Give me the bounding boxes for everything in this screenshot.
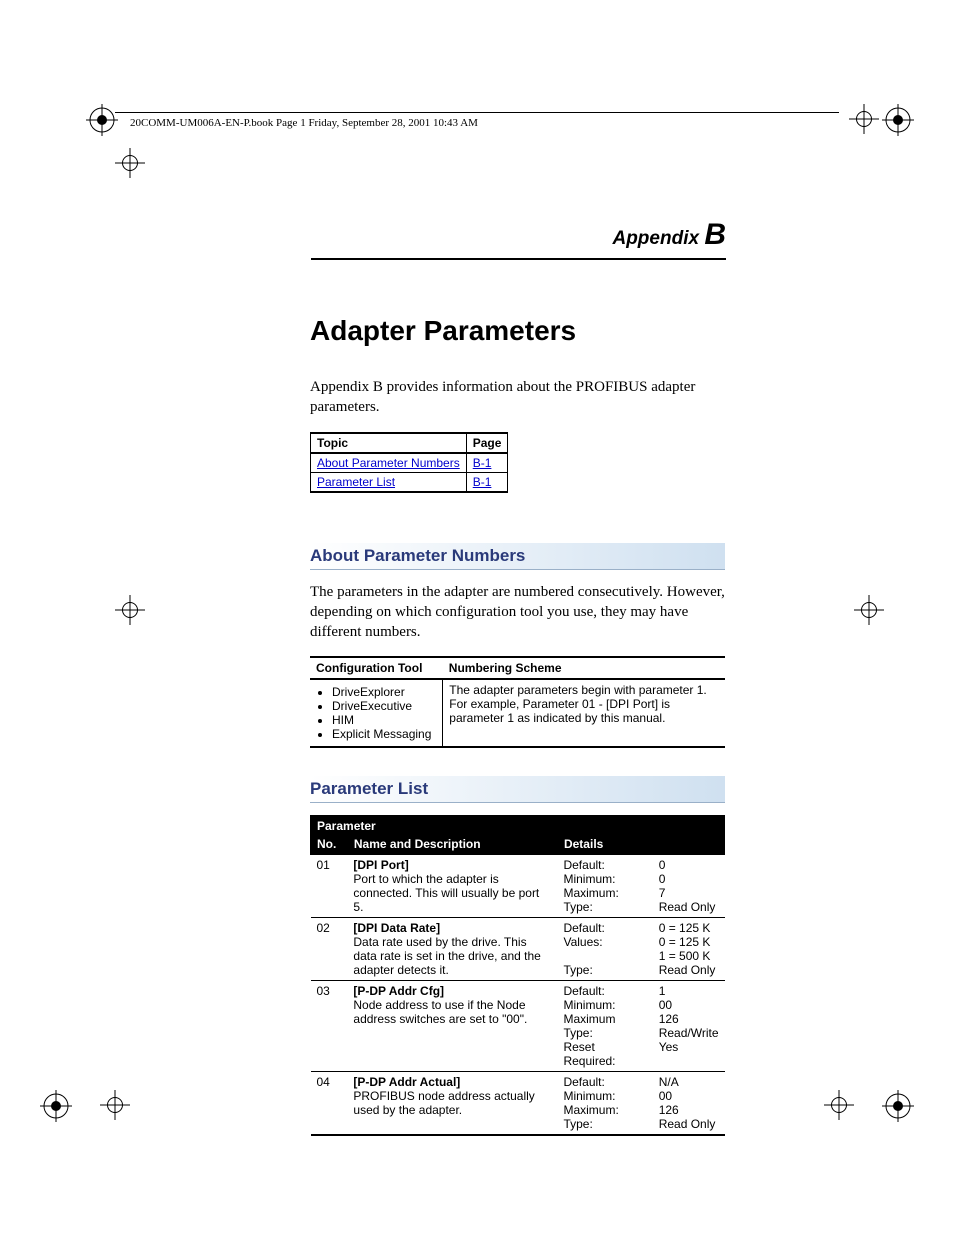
tool-item: Explicit Messaging <box>332 727 436 741</box>
param-no: 02 <box>311 918 348 981</box>
tool-item: DriveExplorer <box>332 685 436 699</box>
topic-link[interactable]: Parameter List <box>317 475 395 489</box>
section-heading-about: About Parameter Numbers <box>310 543 725 570</box>
topic-table: Topic Page About Parameter Numbers B-1 P… <box>310 432 508 493</box>
numbering-scheme-cell: The adapter parameters begin with parame… <box>443 679 725 747</box>
param-detail-labels: Default:Minimum:Maximum:Type: <box>557 855 652 918</box>
tool-item: DriveExecutive <box>332 699 436 713</box>
page: 20COMM-UM006A-EN-P.book Page 1 Friday, S… <box>0 0 954 1235</box>
param-desc: Node address to use if the Node address … <box>353 998 527 1026</box>
crosshair-icon <box>824 1090 854 1120</box>
param-name-desc: [P-DP Addr Actual]PROFIBUS node address … <box>347 1072 557 1136</box>
param-name: [P-DP Addr Actual] <box>353 1075 460 1089</box>
param-group-header: Parameter <box>311 816 558 834</box>
crosshair-icon <box>854 595 884 625</box>
crosshair-icon <box>849 104 879 134</box>
param-no: 03 <box>311 981 348 1072</box>
topic-link[interactable]: About Parameter Numbers <box>317 456 460 470</box>
page-link[interactable]: B-1 <box>473 475 492 489</box>
config-tool-table: Configuration Tool Numbering Scheme Driv… <box>310 656 725 748</box>
param-details-header: Details <box>557 834 724 855</box>
config-tool-header: Configuration Tool <box>310 657 443 679</box>
header-rule <box>115 112 839 113</box>
param-name-desc: [DPI Data Rate]Data rate used by the dri… <box>347 918 557 981</box>
page-title: Adapter Parameters <box>310 315 725 347</box>
param-desc: Data rate used by the drive. This data r… <box>353 935 540 977</box>
param-detail-values: 100126Read/WriteYes <box>653 981 725 1072</box>
param-detail-labels: Default:Minimum:MaximumType:Reset Requir… <box>557 981 652 1072</box>
param-details-spacer <box>557 816 724 834</box>
param-detail-values: N/A00126Read Only <box>653 1072 725 1136</box>
page-link[interactable]: B-1 <box>473 456 492 470</box>
tool-item: HIM <box>332 713 436 727</box>
section-heading-paramlist: Parameter List <box>310 776 725 803</box>
param-detail-labels: Default:Minimum:Maximum:Type: <box>557 1072 652 1136</box>
param-detail-labels: Default:Values: Type: <box>557 918 652 981</box>
numbering-scheme-header: Numbering Scheme <box>443 657 725 679</box>
crosshair-icon <box>100 1090 130 1120</box>
tool-list: DriveExplorer DriveExecutive HIM Explici… <box>332 685 436 741</box>
param-detail-values: 0 = 125 K0 = 125 K1 = 500 KRead Only <box>653 918 725 981</box>
param-name-desc: [DPI Port]Port to which the adapter is c… <box>347 855 557 918</box>
crosshair-icon <box>115 595 145 625</box>
registration-mark-icon <box>882 104 914 136</box>
registration-mark-icon <box>40 1090 72 1122</box>
param-desc: Port to which the adapter is connected. … <box>353 872 539 914</box>
param-detail-values: 007Read Only <box>653 855 725 918</box>
topic-header: Topic <box>311 433 467 453</box>
running-header: 20COMM-UM006A-EN-P.book Page 1 Friday, S… <box>130 117 478 129</box>
param-no: 04 <box>311 1072 348 1136</box>
section-body-about: The parameters in the adapter are number… <box>310 582 725 643</box>
param-name: [P-DP Addr Cfg] <box>353 984 444 998</box>
page-header: Page <box>466 433 508 453</box>
param-no-header: No. <box>311 834 348 855</box>
intro-paragraph: Appendix B provides information about th… <box>310 377 725 418</box>
param-name-header: Name and Description <box>347 834 557 855</box>
param-no: 01 <box>311 855 348 918</box>
registration-mark-icon <box>882 1090 914 1122</box>
param-name: [DPI Port] <box>353 858 408 872</box>
crosshair-icon <box>115 148 145 178</box>
param-name-desc: [P-DP Addr Cfg]Node address to use if th… <box>347 981 557 1072</box>
param-name: [DPI Data Rate] <box>353 921 440 935</box>
registration-mark-icon <box>86 104 118 136</box>
parameter-table: Parameter No. Name and Description Detai… <box>310 815 725 1136</box>
param-desc: PROFIBUS node address actually used by t… <box>353 1089 534 1117</box>
